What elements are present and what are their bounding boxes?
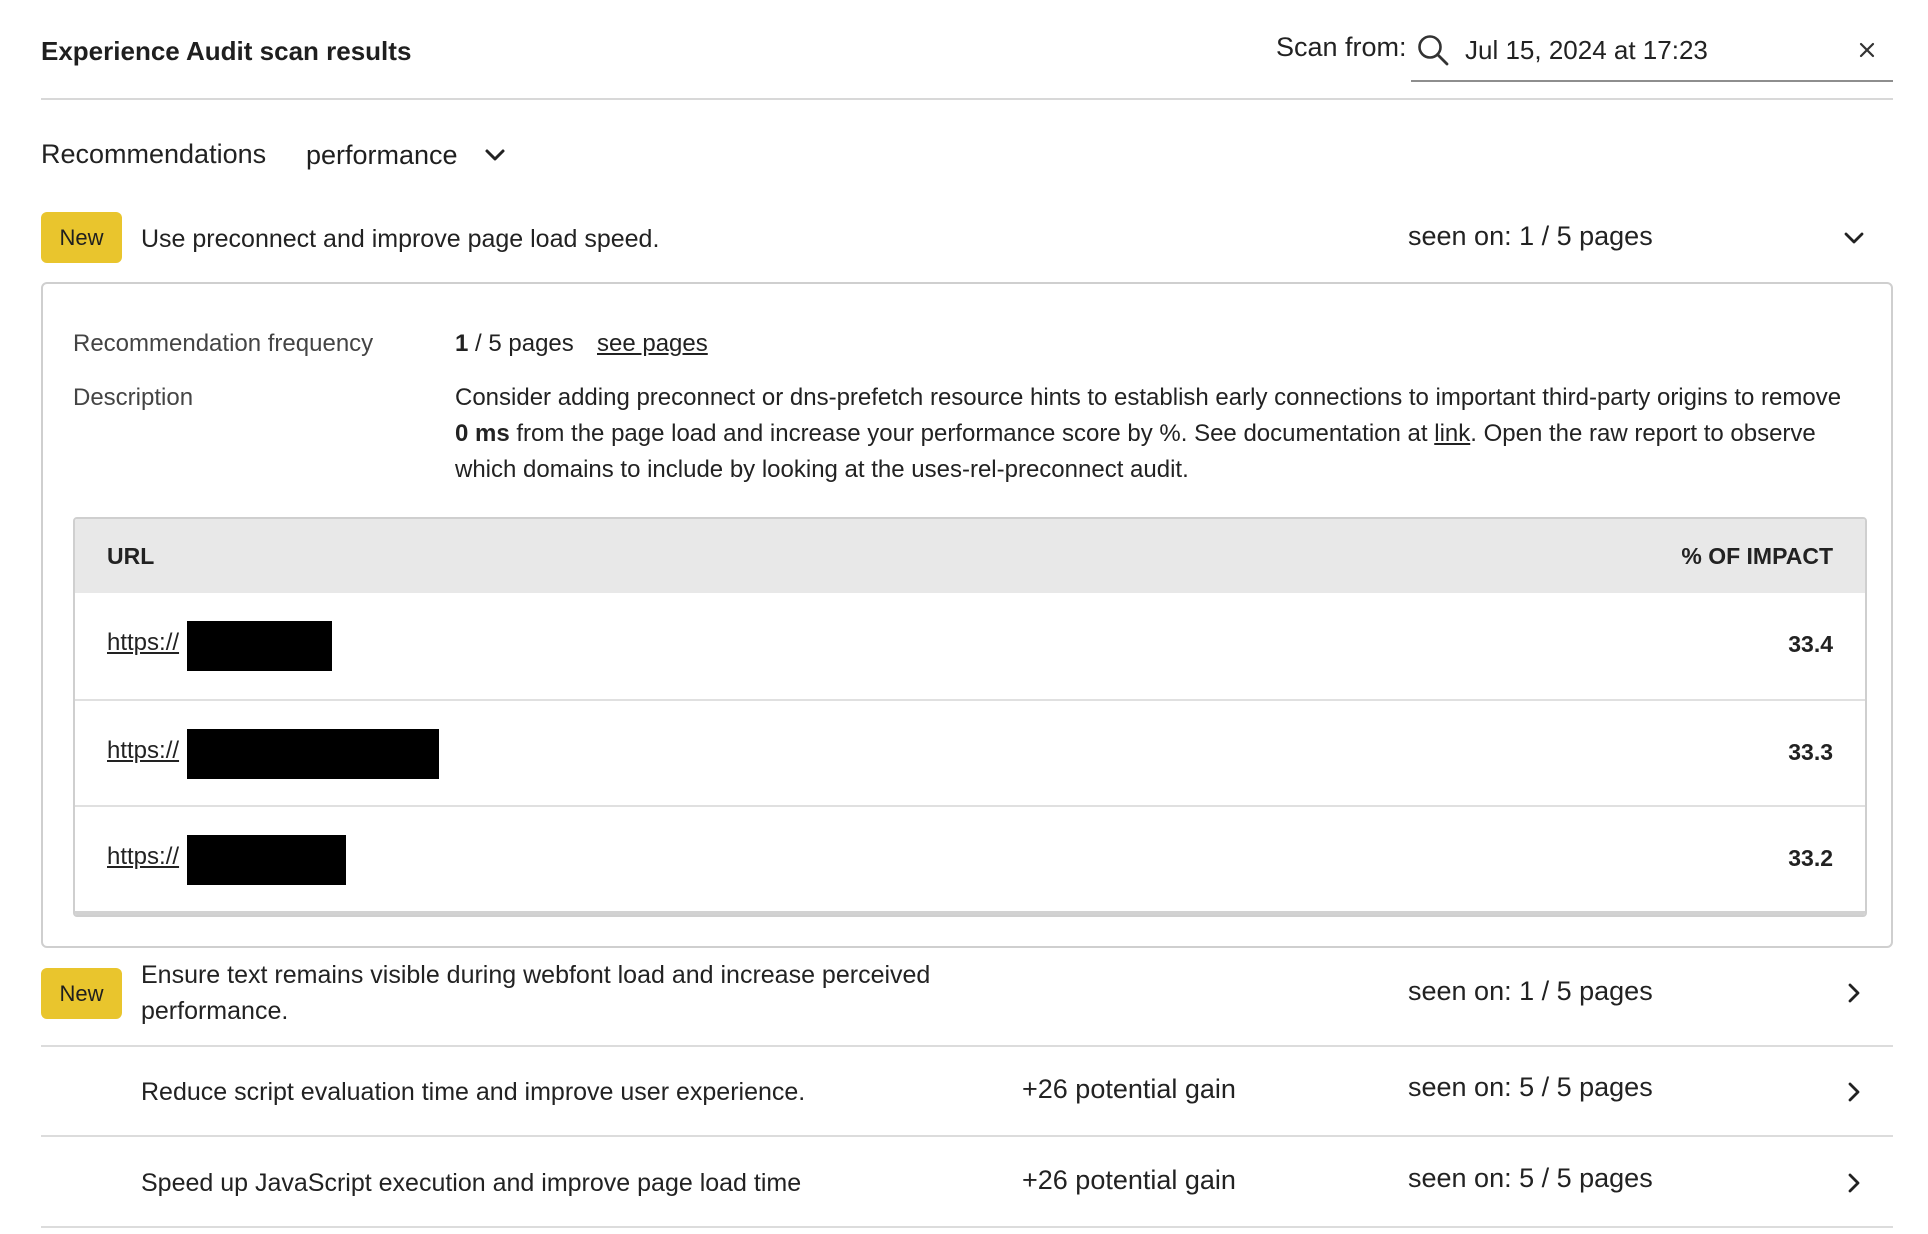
page-header: Experience Audit scan results Scan from: [41,0,1893,100]
seen-on-text: seen on: 5 / 5 pages [1408,1163,1653,1193]
impact-value: 33.3 [1788,739,1833,765]
redacted-block [187,835,346,885]
redacted-block [187,729,439,779]
recommendation-detail-panel: Recommendation frequency 1 / 5 pages see… [41,282,1893,948]
recommendation-text: Ensure text remains visible during webfo… [141,961,931,1025]
close-icon[interactable] [1855,38,1879,62]
seen-on-text: seen on: 5 / 5 pages [1408,1072,1653,1102]
chevron-right-icon[interactable] [1843,1172,1865,1194]
recommendation-item[interactable]: New Use preconnect and improve page load… [41,212,1893,268]
recommendation-item[interactable]: New Ensure text remains visible during w… [41,961,1893,1046]
scan-search-field[interactable] [1411,20,1893,82]
recommendation-text: Reduce script evaluation time and improv… [141,1078,806,1106]
description-part: from the page load and increase your per… [509,420,1435,447]
divider [41,1226,1893,1228]
recommendations-picker-value: performance [306,140,458,170]
seen-on-text: seen on: 1 / 5 pages [1408,221,1653,251]
divider [41,1045,1893,1047]
impact-value: 33.4 [1788,631,1833,657]
table-row: https:// 33.2 [75,805,1865,911]
new-badge: New [41,212,122,263]
frequency-total: / 5 pages [468,330,574,357]
recommendation-item[interactable]: Speed up JavaScript execution and improv… [41,1161,1893,1205]
chevron-down-icon[interactable] [1843,227,1865,249]
description-part: Consider adding preconnect or dns-prefet… [455,384,1842,411]
scan-from-label: Scan from: [1276,32,1407,62]
scan-search-input[interactable] [1465,30,1845,70]
see-pages-link[interactable]: see pages [597,330,708,358]
recommendation-item[interactable]: Reduce script evaluation time and improv… [41,1070,1893,1114]
documentation-link[interactable]: link [1434,420,1470,447]
new-badge: New [41,968,122,1019]
chevron-right-icon[interactable] [1843,982,1865,1004]
search-icon [1418,35,1449,66]
description-label: Description [73,384,194,411]
impact-table: URL % OF IMPACT https:// 33.4 https:// 3… [73,517,1867,917]
potential-gain-text: +26 potential gain [1022,1165,1236,1195]
table-bottom-border [75,911,1865,915]
impact-value: 33.2 [1788,845,1833,871]
recommendations-picker[interactable]: performance [306,135,516,175]
redacted-block [187,621,332,671]
url-link[interactable]: https:// [107,737,179,765]
seen-on-text: seen on: 1 / 5 pages [1408,976,1653,1006]
table-header: URL % OF IMPACT [75,519,1865,593]
chevron-down-icon [485,149,505,161]
frequency-value: 1 / 5 pages [455,330,574,358]
page-title: Experience Audit scan results [41,36,412,66]
frequency-label: Recommendation frequency [73,330,374,357]
column-header-impact: % OF IMPACT [1681,543,1833,569]
url-link[interactable]: https:// [107,629,179,657]
chevron-right-icon[interactable] [1843,1081,1865,1103]
potential-gain-text: +26 potential gain [1022,1074,1236,1104]
column-header-url: URL [107,543,155,569]
description-text: Consider adding preconnect or dns-prefet… [455,380,1855,488]
recommendation-text: Speed up JavaScript execution and improv… [141,1169,802,1197]
recommendations-label: Recommendations [41,139,267,169]
frequency-count: 1 [455,330,469,357]
table-row: https:// 33.3 [75,699,1865,805]
table-row: https:// 33.4 [75,593,1865,699]
url-link[interactable]: https:// [107,843,179,871]
recommendation-text: Use preconnect and improve page load spe… [141,225,660,253]
divider [41,1135,1893,1137]
description-ms: 0 ms [455,420,510,447]
